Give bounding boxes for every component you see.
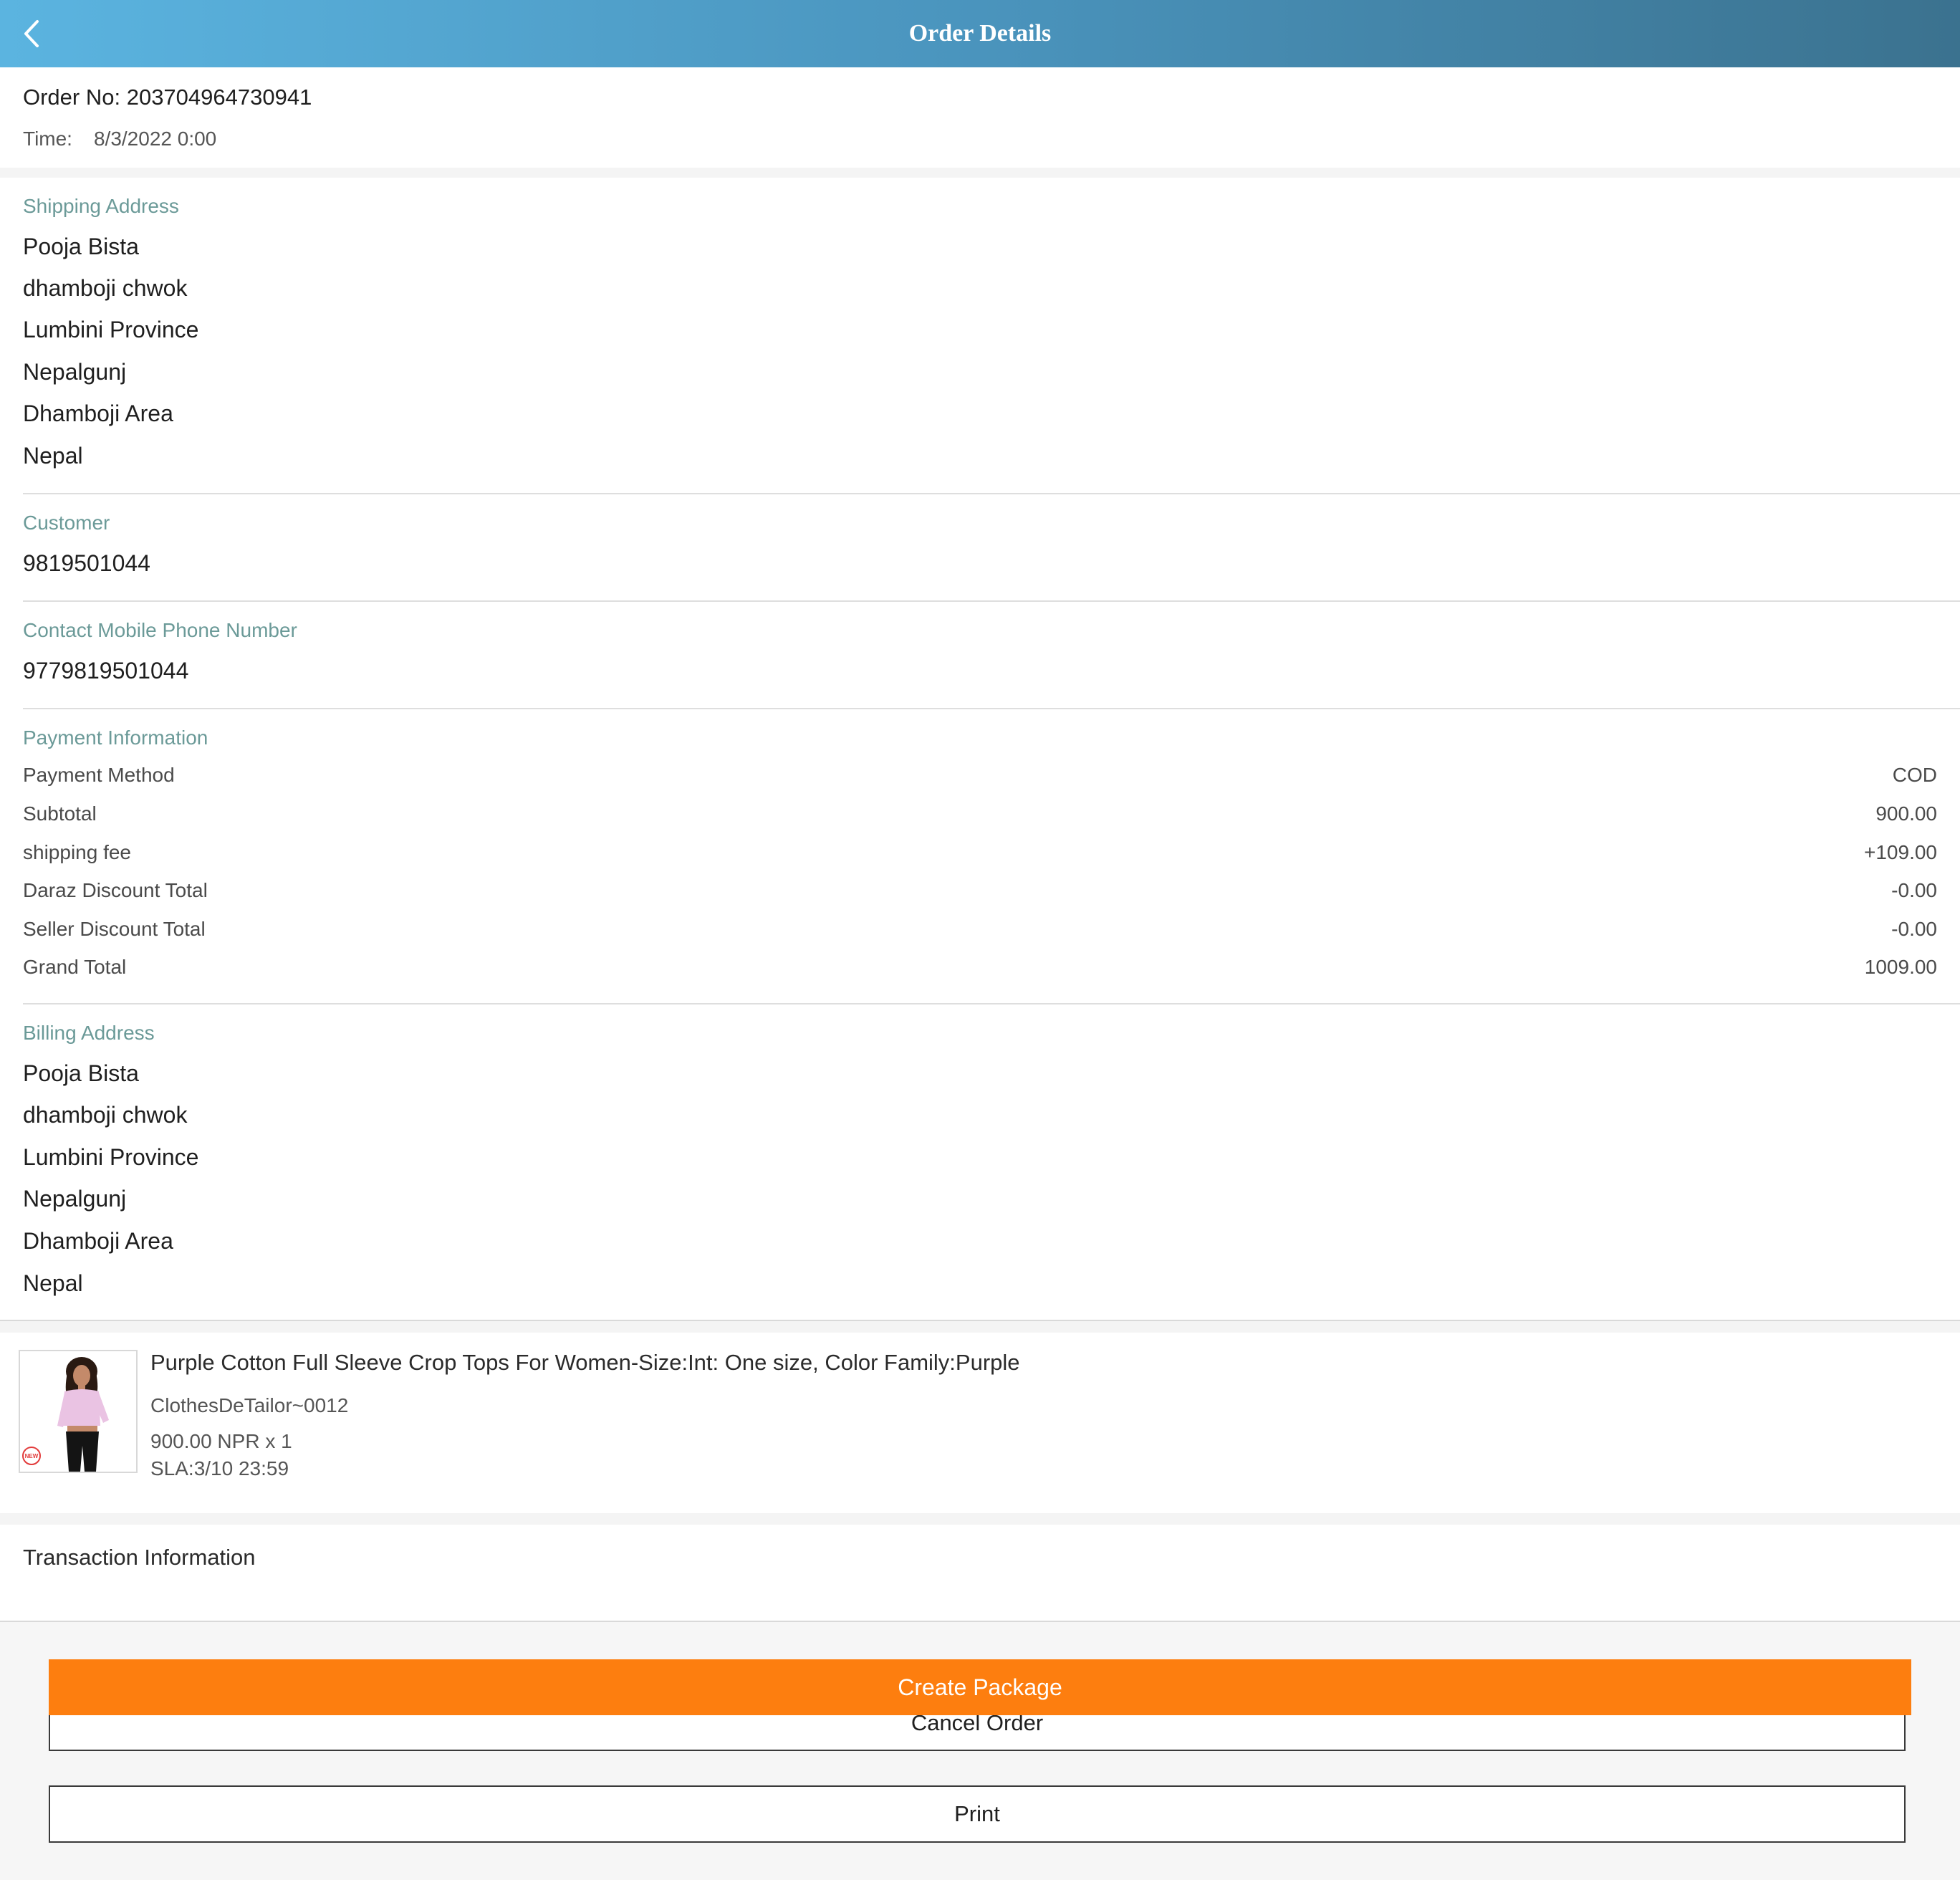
payment-row-value: 1009.00 xyxy=(1864,956,1937,978)
product-sla: SLA:3/10 23:59 xyxy=(150,1457,289,1479)
section-gap xyxy=(0,168,1960,178)
divider xyxy=(23,600,1960,602)
payment-row-label: Subtotal xyxy=(23,802,97,825)
customer-value: 9819501044 xyxy=(23,550,150,576)
billing-line: Dhamboji Area xyxy=(23,1228,173,1254)
payment-row-value: 900.00 xyxy=(1875,802,1937,825)
shipping-line: Pooja Bista xyxy=(23,234,139,259)
product-seller-sku: ClothesDeTailor~0012 xyxy=(150,1394,349,1416)
create-package-button[interactable]: Create Package xyxy=(49,1659,1911,1715)
new-badge-text: NEW xyxy=(25,1453,39,1459)
shipping-line: Nepalgunj xyxy=(23,359,127,385)
shipping-line: dhamboji chwok xyxy=(23,275,188,301)
billing-line: Nepalgunj xyxy=(23,1186,127,1212)
product-title[interactable]: Purple Cotton Full Sleeve Crop Tops For … xyxy=(150,1350,1020,1376)
divider xyxy=(23,708,1960,709)
divider xyxy=(23,493,1960,494)
shipping-line: Nepal xyxy=(23,443,83,469)
transaction-info-title[interactable]: Transaction Information xyxy=(23,1545,256,1570)
payment-row-value: COD xyxy=(1892,764,1937,786)
product-thumbnail[interactable]: NEW xyxy=(19,1350,138,1473)
section-gap xyxy=(0,1321,1960,1333)
billing-line: Nepal xyxy=(23,1270,83,1296)
payment-row-value: -0.00 xyxy=(1891,918,1937,940)
payment-info-label: Payment Information xyxy=(23,726,208,749)
shipping-address-label: Shipping Address xyxy=(23,195,179,217)
payment-row-label: Payment Method xyxy=(23,764,175,786)
contact-phone-label: Contact Mobile Phone Number xyxy=(23,619,297,641)
order-number: Order No: 203704964730941 xyxy=(23,85,312,110)
print-button[interactable]: Print xyxy=(49,1785,1906,1843)
order-time-label: Time: xyxy=(23,128,72,150)
billing-line: Pooja Bista xyxy=(23,1060,139,1086)
order-time-value: 8/3/2022 0:00 xyxy=(93,128,217,150)
payment-row-label: Seller Discount Total xyxy=(23,918,206,940)
product-photo-icon: NEW xyxy=(20,1351,136,1472)
order-time: Time: 8/3/2022 0:00 xyxy=(23,128,216,150)
divider xyxy=(0,1621,1960,1622)
payment-row-label: Daraz Discount Total xyxy=(23,879,208,901)
section-gap xyxy=(0,1513,1960,1525)
payment-row-label: shipping fee xyxy=(23,841,132,863)
billing-line: Lumbini Province xyxy=(23,1144,199,1170)
shipping-line: Dhamboji Area xyxy=(23,401,173,426)
page-title: Order Details xyxy=(908,20,1052,47)
billing-address-label: Billing Address xyxy=(23,1022,155,1044)
payment-row-value: +109.00 xyxy=(1864,841,1937,863)
app-header: Order Details xyxy=(0,0,1960,67)
billing-line: dhamboji chwok xyxy=(23,1102,188,1128)
payment-row-label: Grand Total xyxy=(23,956,127,978)
product-price-qty: 900.00 NPR x 1 xyxy=(150,1430,292,1452)
customer-label: Customer xyxy=(23,512,110,534)
payment-row-value: -0.00 xyxy=(1891,879,1937,901)
divider xyxy=(23,1003,1960,1004)
shipping-line: Lumbini Province xyxy=(23,317,199,342)
contact-phone-value: 9779819501044 xyxy=(23,658,189,684)
